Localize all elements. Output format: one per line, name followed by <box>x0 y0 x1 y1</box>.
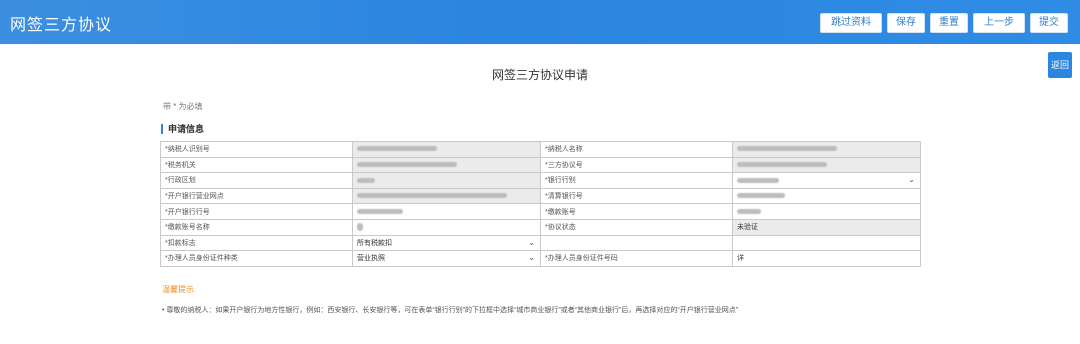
redacted-value <box>737 208 761 214</box>
redacted-value <box>737 177 779 183</box>
table-row: *开户银行行号 *缴款账号 <box>160 203 921 220</box>
bank-code-field[interactable] <box>352 203 541 220</box>
table-row: *税务机关 *三方协议号 <box>160 156 921 174</box>
empty-label <box>540 234 733 252</box>
redacted-value <box>357 208 403 214</box>
previous-step-button[interactable]: 上一步 <box>973 13 1025 33</box>
redacted-value <box>357 162 457 168</box>
page-title: 网签三方协议申请 <box>491 68 588 82</box>
table-row: *扣款标志 所有税款扣 ⌄ <box>160 234 921 252</box>
deduction-flag-label: *扣款标志 <box>160 234 353 252</box>
redacted-value <box>357 146 437 152</box>
toolbar: 跳过资料 保存 重置 上一步 提交 <box>820 13 1068 33</box>
taxpayer-name-label: *纳税人名称 <box>540 141 733 158</box>
redacted-value <box>737 162 827 168</box>
tax-authority-label: *税务机关 <box>160 156 353 174</box>
reset-button[interactable]: 重置 <box>930 13 968 33</box>
agreement-status-label: *协议状态 <box>540 218 733 236</box>
bank-type-label: *银行行别 <box>540 172 733 189</box>
clearing-bank-field[interactable] <box>732 187 921 205</box>
payment-account-field[interactable] <box>732 203 921 220</box>
bank-branch-label: *开户银行营业网点 <box>160 187 353 205</box>
redacted-value <box>357 223 363 232</box>
agreement-status-value: 未验证 <box>732 218 921 236</box>
table-row: *开户银行营业网点 *清算银行号 <box>160 187 921 205</box>
save-button[interactable]: 保存 <box>887 13 925 33</box>
chevron-down-icon: ⌄ <box>908 175 915 185</box>
account-name-label: *缴款账号名称 <box>160 218 353 236</box>
region-label: *行政区划 <box>160 172 353 189</box>
id-number-field[interactable]: 详 <box>732 250 921 267</box>
taxpayer-id-field <box>352 141 541 158</box>
bank-code-label: *开户银行行号 <box>160 203 353 220</box>
table-row: *办理人员身份证件种类 营业执照 ⌄ *办理人员身份证件号码 详 <box>160 250 921 267</box>
id-type-label: *办理人员身份证件种类 <box>160 250 353 267</box>
skip-materials-button[interactable]: 跳过资料 <box>820 13 882 33</box>
agreement-number-label: *三方协议号 <box>540 156 733 174</box>
app-title: 网签三方协议 <box>10 17 113 34</box>
deduction-flag-select[interactable]: 所有税款扣 ⌄ <box>352 234 541 252</box>
chevron-down-icon: ⌄ <box>528 237 535 247</box>
bank-branch-field[interactable] <box>352 187 541 205</box>
id-type-select[interactable]: 营业执照 ⌄ <box>352 250 541 267</box>
region-field <box>352 172 541 189</box>
table-row: *行政区划 *银行行别 ⌄ <box>160 172 921 189</box>
clearing-bank-label: *清算银行号 <box>540 187 733 205</box>
table-row: *纳税人识别号 *纳税人名称 <box>160 141 921 158</box>
header-bar: 网签三方协议 跳过资料 保存 重置 上一步 提交 <box>0 0 1080 44</box>
bank-type-select[interactable]: ⌄ <box>732 172 921 189</box>
tips-title: 温馨提示 <box>162 285 194 294</box>
taxpayer-id-label: *纳税人识别号 <box>160 141 353 158</box>
tax-authority-field <box>352 156 541 174</box>
redacted-value <box>357 177 375 183</box>
table-row: *缴款账号名称 *协议状态 未验证 <box>160 218 921 236</box>
empty-field <box>732 234 921 252</box>
submit-button[interactable]: 提交 <box>1030 13 1068 33</box>
deduction-flag-value: 所有税款扣 <box>357 239 392 247</box>
id-number-label: *办理人员身份证件号码 <box>540 250 733 267</box>
redacted-value <box>737 193 785 199</box>
redacted-value <box>737 146 837 152</box>
application-form: *纳税人识别号 *纳税人名称 *税务机关 *三方协议号 *行政区划 *银行行别 … <box>160 141 921 267</box>
payment-account-label: *缴款账号 <box>540 203 733 220</box>
account-name-field[interactable] <box>352 218 541 236</box>
id-type-value: 营业执照 <box>357 255 385 263</box>
taxpayer-name-field <box>732 141 921 158</box>
tips-text: • 尊敬的纳税人：如果开户银行为地方性银行，例如：西安银行、长安银行等，可在表单… <box>162 307 739 314</box>
redacted-value <box>357 193 507 199</box>
chevron-down-icon: ⌄ <box>528 253 535 263</box>
required-note: 带 * 为必填 <box>163 102 203 111</box>
section-title: 申请信息 <box>161 124 204 134</box>
agreement-number-field <box>732 156 921 174</box>
